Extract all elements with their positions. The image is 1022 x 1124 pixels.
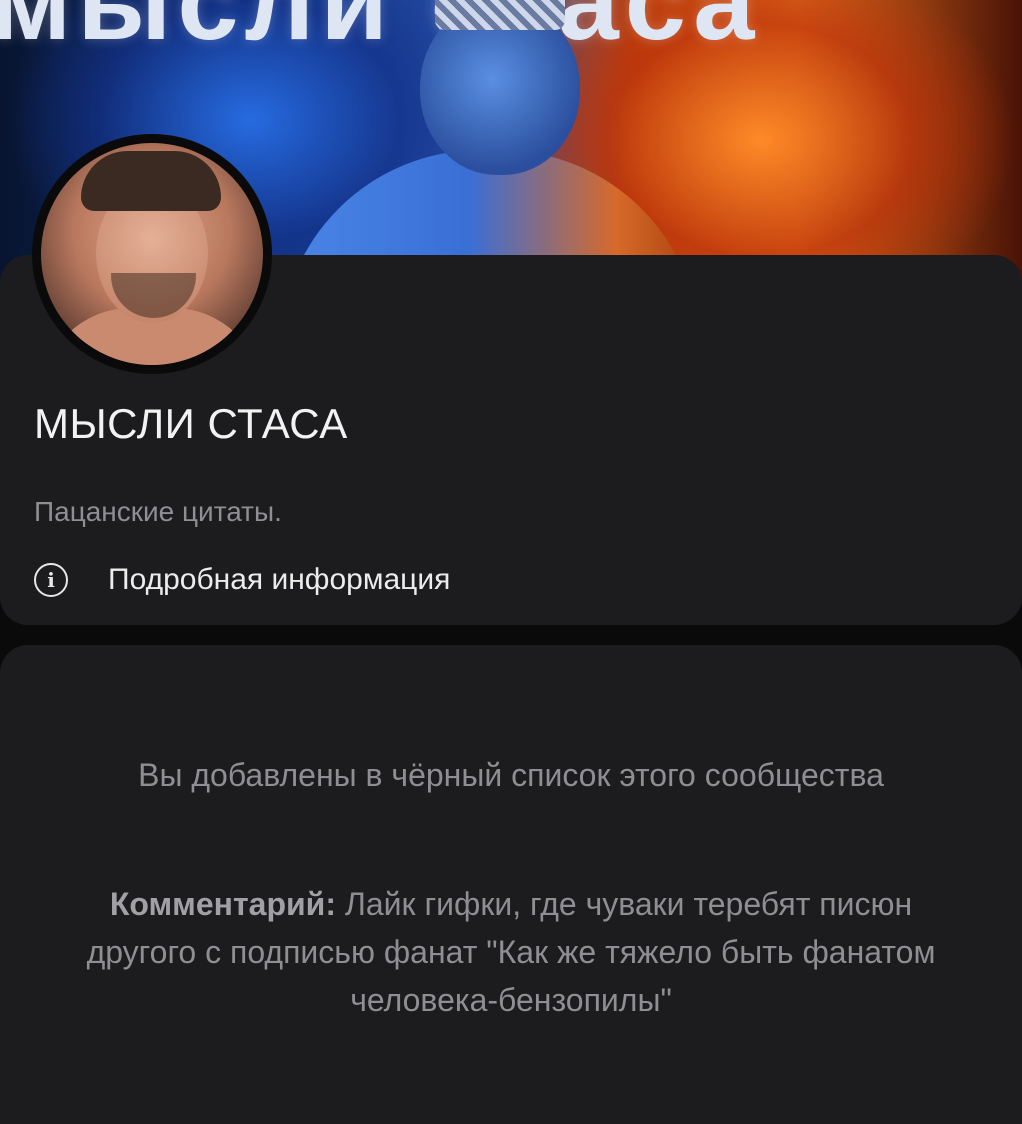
comment-label: Комментарий:: [109, 886, 336, 922]
details-link[interactable]: i Подробная информация: [34, 560, 450, 600]
community-description: Пацанские цитаты.: [34, 496, 282, 527]
blocked-comment: Комментарий: Лайк гифки, где чуваки тере…: [71, 880, 951, 1024]
blocked-message: Вы добавлены в чёрный список этого сообщ…: [138, 757, 884, 793]
avatar[interactable]: [41, 143, 263, 365]
info-icon: i: [34, 563, 68, 597]
community-name: МЫСЛИ СТАСА: [34, 400, 348, 447]
details-link-label: Подробная информация: [108, 563, 451, 596]
